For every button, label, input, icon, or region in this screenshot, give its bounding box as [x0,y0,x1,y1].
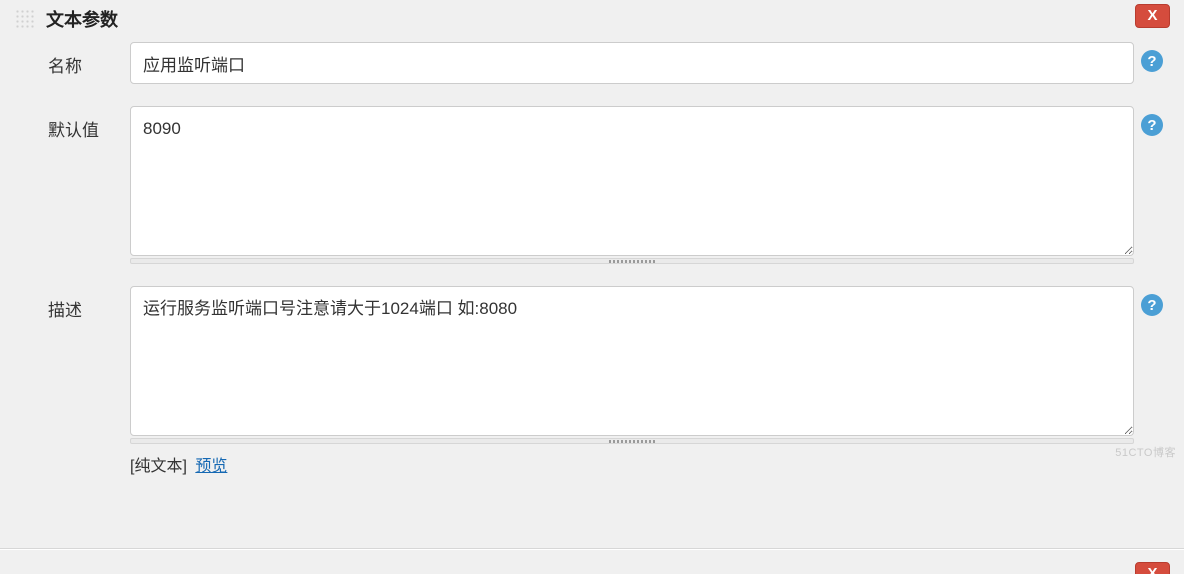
text-parameter-panel: X 文本参数 名称 ? 默认值 ? 描述 [0,0,1184,476]
format-line: [纯文本] 预览 [130,452,1134,476]
section-title: 文本参数 [46,6,118,32]
resize-handle[interactable] [130,258,1134,264]
close-button[interactable]: X [1135,562,1170,574]
row-default: 默认值 ? [48,106,1170,264]
row-name: 名称 ? [48,42,1170,84]
default-value-textarea[interactable] [130,106,1134,256]
row-description: 描述 [纯文本] 预览 ? [48,286,1170,476]
description-textarea[interactable] [130,286,1134,436]
help-icon[interactable]: ? [1141,114,1163,136]
drag-grip-icon[interactable] [14,8,36,30]
section-divider [0,548,1184,550]
name-input[interactable] [130,42,1134,84]
close-button[interactable]: X [1135,4,1170,28]
help-icon[interactable]: ? [1141,294,1163,316]
preview-link[interactable]: 预览 [195,458,227,475]
resize-handle[interactable] [130,438,1134,444]
help-icon[interactable]: ? [1141,50,1163,72]
name-label: 名称 [48,42,130,77]
form-area: 名称 ? 默认值 ? 描述 [纯文本] [0,42,1184,476]
default-label: 默认值 [48,106,130,141]
section-header: 文本参数 [0,0,1184,42]
format-mode-label: [纯文本] [130,458,187,475]
description-label: 描述 [48,286,130,321]
